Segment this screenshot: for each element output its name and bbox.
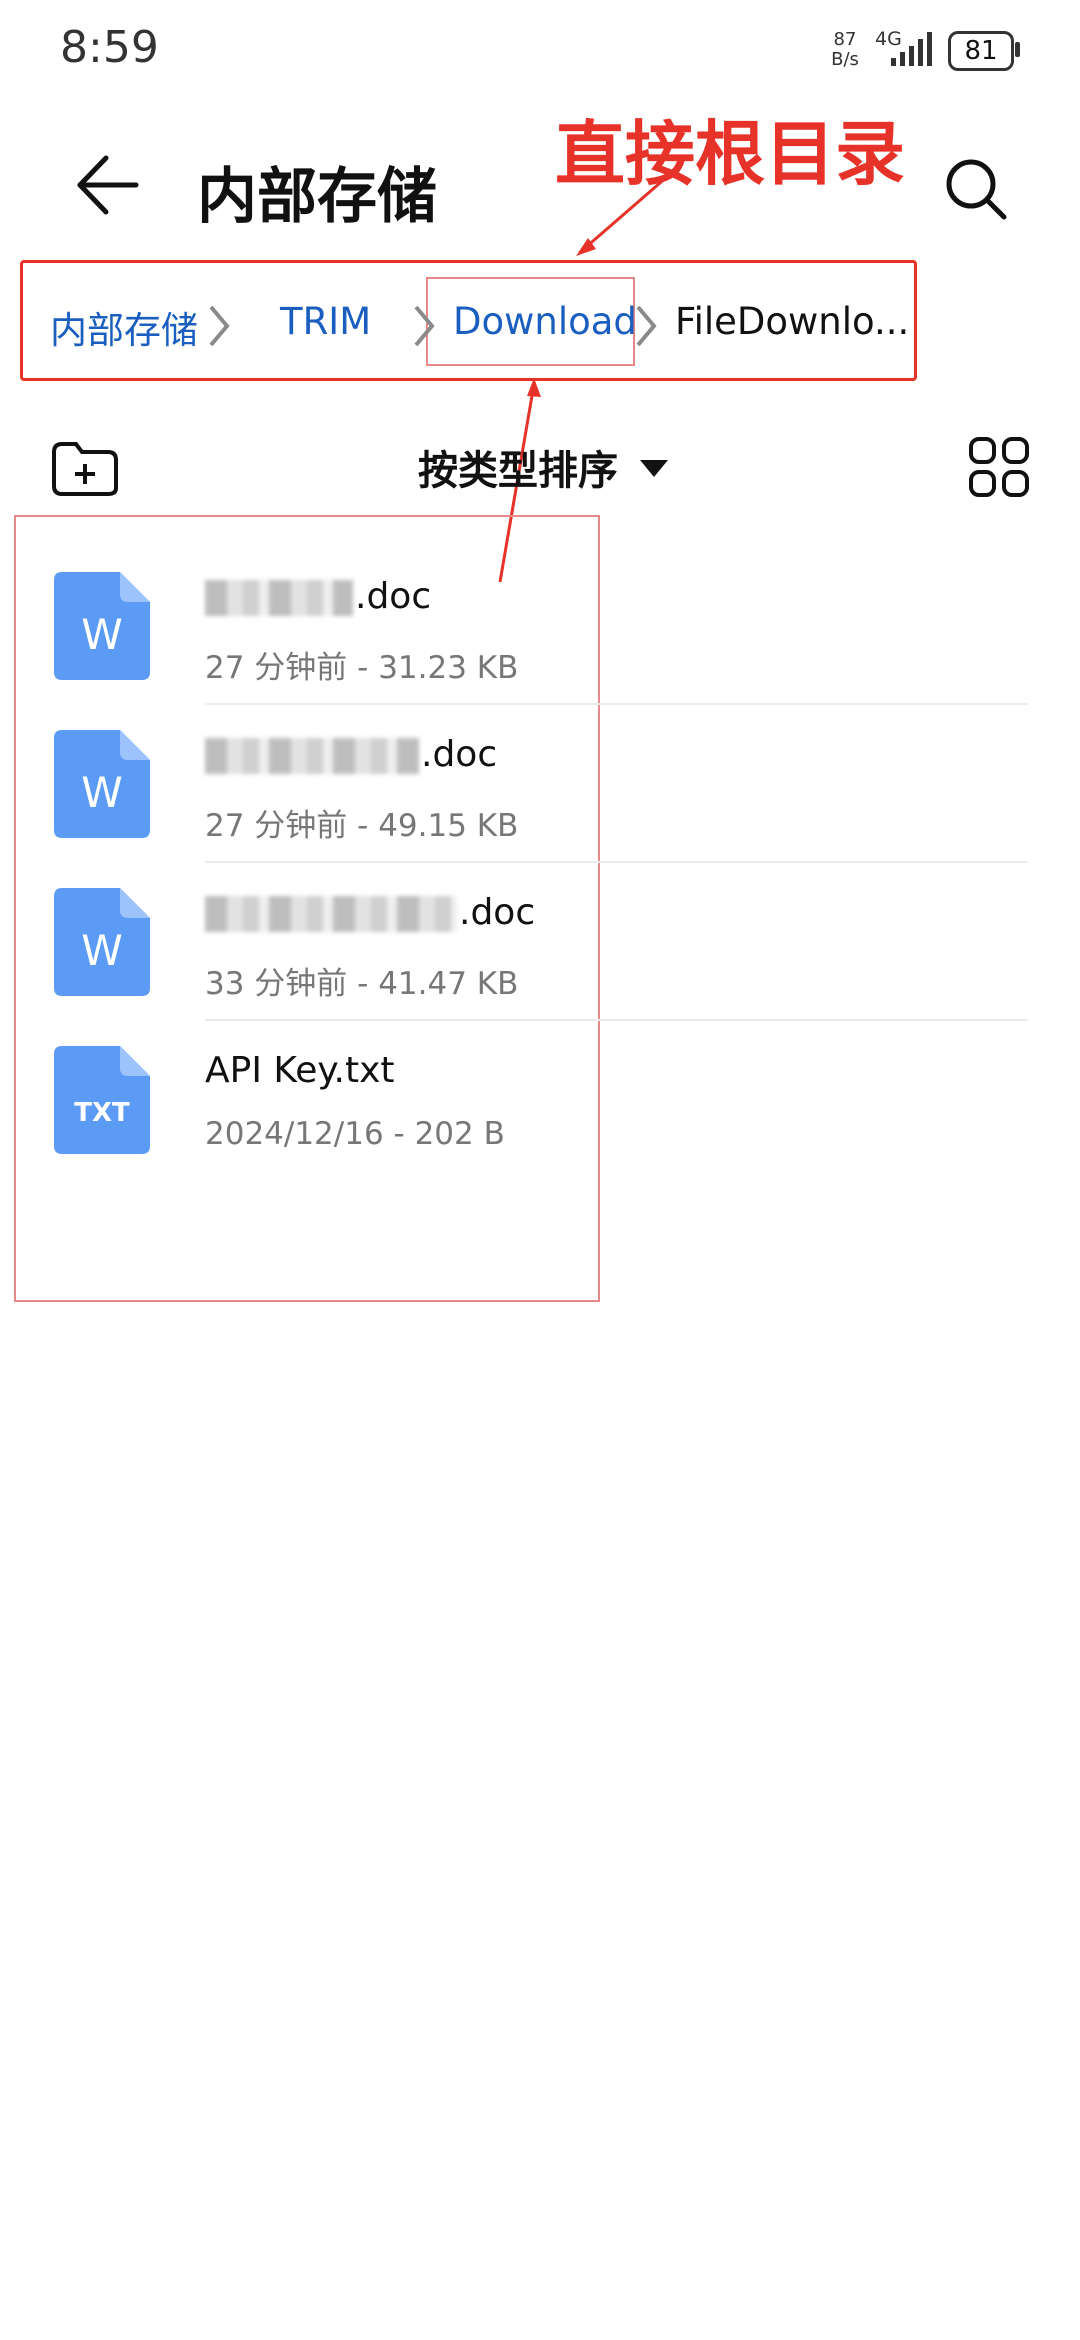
chevron-right-icon xyxy=(636,305,657,347)
blurred-filename xyxy=(205,738,419,774)
file-name-suffix: .doc xyxy=(421,734,498,775)
file-icon-label: W xyxy=(81,926,123,975)
file-meta: 27 分钟前 - 49.15 KB xyxy=(205,808,519,844)
file-name[interactable]: .doc xyxy=(205,576,431,617)
blurred-filename xyxy=(205,896,457,932)
sort-dropdown[interactable]: 按类型排序 xyxy=(418,438,618,496)
file-icon-label: TXT xyxy=(74,1098,130,1128)
chevron-right-icon xyxy=(209,305,230,347)
breadcrumb-item-trim[interactable]: TRIM xyxy=(280,300,371,343)
divider xyxy=(205,703,1028,705)
file-name[interactable]: API Key.txt xyxy=(205,1050,395,1091)
chevron-right-icon xyxy=(414,305,435,347)
caret-down-icon xyxy=(640,460,668,477)
breadcrumb-item-current[interactable]: FileDownlo... xyxy=(675,300,909,343)
file-icon-label: W xyxy=(81,610,123,659)
divider xyxy=(205,861,1028,863)
breadcrumb-item-download[interactable]: Download xyxy=(453,300,637,343)
file-name[interactable]: .doc xyxy=(205,892,535,933)
breadcrumb-item-internal-storage[interactable]: 内部存储 xyxy=(50,300,198,354)
file-name-suffix: .doc xyxy=(355,576,432,617)
file-meta: 27 分钟前 - 31.23 KB xyxy=(205,650,519,686)
blurred-filename xyxy=(205,580,353,616)
file-name[interactable]: .doc xyxy=(205,734,497,775)
file-meta: 2024/12/16 - 202 B xyxy=(205,1116,505,1152)
view-toggle-button[interactable] xyxy=(968,436,1030,502)
file-icon-label: W xyxy=(81,768,123,817)
grid-view-icon xyxy=(969,437,1029,497)
file-meta: 33 分钟前 - 41.47 KB xyxy=(205,966,519,1002)
new-folder-icon xyxy=(52,442,118,496)
new-folder-button[interactable] xyxy=(50,440,120,502)
divider xyxy=(205,1019,1028,1021)
file-name-suffix: .doc xyxy=(459,892,536,933)
